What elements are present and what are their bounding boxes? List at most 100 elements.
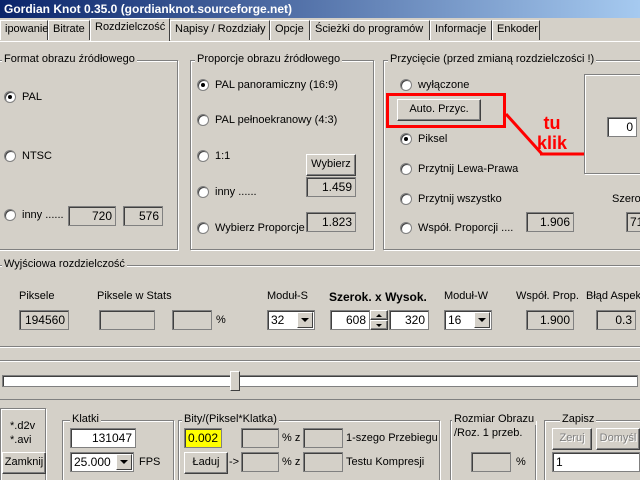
pixels-stats-label: Piksele w Stats bbox=[97, 290, 172, 302]
pixels-percent-sign: % bbox=[216, 314, 226, 326]
crop-title: Przycięcie (przed zmianą rozdzielczości … bbox=[388, 53, 597, 65]
radio-crop-pixel[interactable] bbox=[400, 133, 412, 145]
mod-s-dropdown-icon[interactable] bbox=[297, 312, 313, 328]
label-crop-all: Przytnij wszystko bbox=[418, 193, 502, 205]
pixels-field: 194560 bbox=[19, 310, 69, 330]
clear-button[interactable]: Zeruj bbox=[552, 428, 592, 450]
tab-informacje[interactable]: Informacje bbox=[430, 20, 492, 40]
custom-height-field: 576 bbox=[123, 206, 163, 226]
radio-pal-wide[interactable] bbox=[197, 79, 209, 91]
mod-s-value: 32 bbox=[271, 313, 285, 327]
label-custom-format: inny ...... bbox=[22, 209, 64, 221]
custom-width-field: 720 bbox=[68, 206, 116, 226]
output-aspect-label: Współ. Prop. bbox=[516, 290, 579, 302]
width-field[interactable]: 608 bbox=[330, 310, 370, 330]
pixels-label: Piksele bbox=[19, 290, 55, 302]
bits-pct-z-2: % z bbox=[282, 456, 301, 468]
aspect-error-label: Błąd Aspek bbox=[586, 290, 640, 302]
tab-ipowanie[interactable]: ipowanie bbox=[0, 20, 48, 40]
mod-w-combo[interactable]: 16 bbox=[444, 310, 492, 330]
bits-test-pct-field bbox=[241, 452, 279, 472]
frames-title: Klatki bbox=[70, 413, 101, 425]
crop-width-field: 71 bbox=[626, 212, 640, 232]
size-label: Szerok. x Wysok. bbox=[329, 290, 427, 304]
tab-strip: ipowanie Bitrate Rozdzielczość Napisy / … bbox=[0, 18, 640, 42]
crop-side-field[interactable]: 0 bbox=[607, 117, 637, 137]
bits-first-pass-field bbox=[303, 428, 343, 448]
bits-pct-z-1: % z bbox=[282, 432, 301, 444]
mod-w-value: 16 bbox=[448, 313, 462, 327]
radio-pal-full[interactable] bbox=[197, 114, 209, 126]
size-title-1: Rozmiar Obrazu bbox=[452, 413, 537, 425]
ext-avi-label: *.avi bbox=[10, 434, 32, 446]
output-title: Wyjściowa rozdzielczość bbox=[2, 258, 127, 270]
label-1-1: 1:1 bbox=[215, 150, 231, 162]
mod-w-dropdown-icon[interactable] bbox=[474, 312, 490, 328]
tab-opcje[interactable]: Opcje bbox=[270, 20, 310, 40]
ext-d2v-label: *.d2v bbox=[10, 420, 36, 432]
load-arrow-label: -> bbox=[229, 456, 240, 468]
pixels-stats-field bbox=[99, 310, 155, 330]
radio-ntsc[interactable] bbox=[4, 150, 16, 162]
bits-field[interactable]: 0.002 bbox=[184, 428, 222, 448]
fps-dropdown-icon[interactable] bbox=[116, 454, 132, 470]
crop-width-label: Szero bbox=[612, 193, 640, 205]
tab-sciezki[interactable]: Ścieżki do programów bbox=[310, 20, 430, 40]
mod-s-label: Moduł-S bbox=[267, 290, 308, 302]
radio-custom-format[interactable] bbox=[4, 209, 16, 221]
crop-aspect-field: 1.906 bbox=[526, 212, 574, 232]
bits-title: Bity/(Piksel*Klatka) bbox=[182, 413, 279, 425]
mod-w-label: Moduł-W bbox=[444, 290, 489, 302]
test-label: Testu Kompresji bbox=[346, 456, 425, 468]
radio-pal[interactable] bbox=[4, 91, 16, 103]
auto-crop-button[interactable]: Auto. Przyc. bbox=[397, 99, 481, 121]
preview-slider-panel bbox=[0, 360, 640, 400]
tab-enkoder[interactable]: Enkoder bbox=[492, 20, 540, 40]
radio-crop-aspect[interactable] bbox=[400, 222, 412, 234]
radio-crop-off[interactable] bbox=[400, 79, 412, 91]
size-label-height: Wysok. bbox=[385, 290, 427, 304]
tab-divider bbox=[0, 41, 640, 42]
preview-slider-track[interactable] bbox=[2, 375, 638, 387]
tab-bitrate[interactable]: Bitrate bbox=[48, 20, 90, 40]
radio-1-1[interactable] bbox=[197, 150, 209, 162]
fps-value: 25.000 bbox=[74, 455, 111, 469]
annotation-arrow-line bbox=[504, 112, 584, 156]
tab-rozdzielczosc[interactable]: Rozdzielczość bbox=[90, 18, 170, 41]
save-combo[interactable]: 1 bbox=[552, 452, 640, 472]
fps-combo[interactable]: 25.000 bbox=[70, 452, 134, 472]
bits-test-field bbox=[303, 452, 343, 472]
radio-custom-aspect[interactable] bbox=[197, 186, 209, 198]
size-pct-sign: % bbox=[516, 456, 526, 468]
frames-field[interactable]: 131047 bbox=[70, 428, 136, 448]
mod-s-combo[interactable]: 32 bbox=[267, 310, 315, 330]
chosen-aspect-field: 1.823 bbox=[306, 212, 356, 232]
close-button[interactable]: Zamknij bbox=[2, 452, 46, 474]
label-pal: PAL bbox=[22, 91, 42, 103]
label-crop-pixel: Piksel bbox=[418, 133, 448, 145]
bits-first-pass-pct-field bbox=[241, 428, 279, 448]
size-label-width: Szerok. bbox=[329, 290, 372, 304]
first-pass-label: 1-szego Przebiegu bbox=[346, 432, 438, 444]
width-spinner[interactable] bbox=[370, 310, 388, 330]
label-crop-aspect: Współ. Proporcji .... bbox=[418, 222, 514, 234]
radio-crop-all[interactable] bbox=[400, 193, 412, 205]
preview-slider-thumb[interactable] bbox=[230, 371, 241, 391]
label-choose-aspect: Wybierz Proporcje bbox=[215, 222, 305, 234]
custom-aspect-field: 1.459 bbox=[306, 177, 356, 197]
spin-up-icon[interactable] bbox=[370, 310, 388, 320]
output-aspect-field: 1.900 bbox=[526, 310, 574, 330]
size-pct-field bbox=[471, 452, 511, 472]
label-ntsc: NTSC bbox=[22, 150, 52, 162]
tab-napisy-rozdzialy[interactable]: Napisy / Rozdziały bbox=[170, 20, 270, 40]
load-button[interactable]: Ładuj bbox=[184, 452, 228, 474]
window-title: Gordian Knot 0.35.0 (gordianknot.sourcef… bbox=[0, 0, 640, 18]
spin-down-icon[interactable] bbox=[370, 320, 388, 330]
choose-aspect-button[interactable]: Wybierz bbox=[306, 154, 356, 176]
radio-choose-aspect[interactable] bbox=[197, 222, 209, 234]
height-field[interactable]: 320 bbox=[389, 310, 429, 330]
radio-crop-lr[interactable] bbox=[400, 163, 412, 175]
default-button[interactable]: Domyśl bbox=[596, 428, 640, 450]
label-pal-full: PAL pełnoekranowy (4:3) bbox=[215, 114, 338, 126]
label-custom-aspect: inny ...... bbox=[215, 186, 257, 198]
